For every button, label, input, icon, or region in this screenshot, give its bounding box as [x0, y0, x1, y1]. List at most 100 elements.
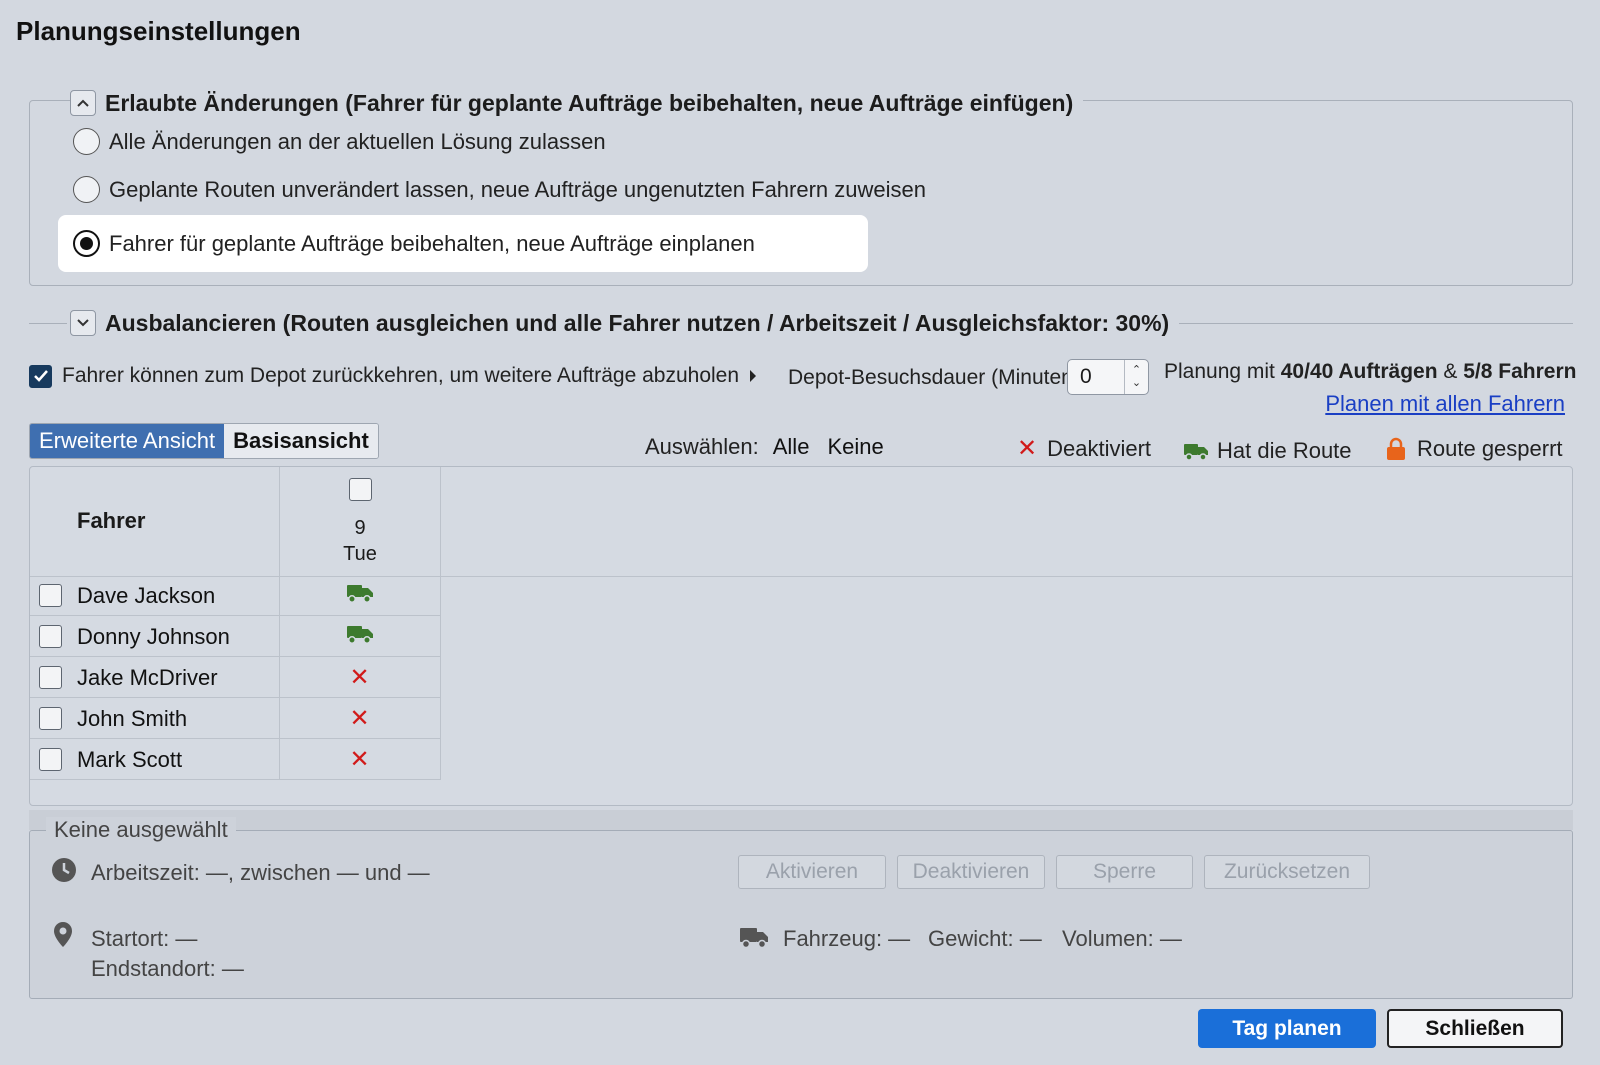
table-row[interactable]: John Smith ✕ [30, 699, 441, 739]
weight-text: Gewicht: — [928, 926, 1042, 951]
column-header-day: 9 Tue [280, 478, 440, 567]
driver-checkbox[interactable] [39, 707, 62, 730]
radio-label: Fahrer für geplante Aufträge beibehalten… [109, 230, 755, 256]
detail-panel-title: Keine ausgewählt [46, 817, 236, 843]
select-none-link[interactable]: Keine [827, 434, 883, 460]
day-name: Tue [343, 543, 377, 565]
day-status-cell[interactable] [279, 582, 440, 609]
tab-basic-view[interactable]: Basisansicht [224, 424, 378, 458]
planning-orders: 40/40 Aufträgen [1280, 360, 1438, 383]
table-row[interactable]: Donny Johnson [30, 617, 441, 657]
tab-advanced-view[interactable]: Erweiterte Ansicht [30, 424, 225, 458]
driver-name: Dave Jackson [77, 582, 216, 608]
depot-return-checkbox[interactable] [29, 364, 52, 388]
driver-cell: Donny Johnson [30, 624, 279, 650]
radio-option-all-changes[interactable]: Alle Änderungen an der aktuellen Lösung … [73, 128, 606, 155]
radio-label: Geplante Routen unverändert lassen, neue… [109, 176, 926, 202]
vehicle-text: Fahrzeug: — [783, 926, 911, 951]
driver-name: Mark Scott [77, 746, 183, 772]
depot-return-option[interactable]: Fahrer können zum Depot zurückkehren, um… [29, 364, 739, 388]
column-header-driver: Fahrer [77, 508, 146, 533]
caret-right-icon [749, 369, 757, 388]
radio-button-selected[interactable] [73, 230, 100, 257]
driver-cell: Mark Scott [30, 747, 279, 773]
planning-prefix: Planung mit [1164, 360, 1275, 383]
collapse-toggle-button[interactable] [70, 90, 96, 116]
view-toggle: Erweiterte Ansicht Basisansicht [29, 423, 379, 459]
plan-day-button[interactable]: Tag planen [1198, 1009, 1376, 1048]
table-row[interactable]: Dave Jackson [30, 576, 441, 616]
checkmark-icon [33, 370, 48, 382]
driver-name: John Smith [77, 705, 188, 731]
day-status-cell[interactable]: ✕ [279, 745, 440, 773]
allowed-changes-legend: Erlaubte Änderungen (Fahrer für geplante… [70, 88, 1084, 118]
worktime-text: Arbeitszeit: —, zwischen — und — [91, 860, 430, 885]
detail-panel-header [29, 810, 1573, 830]
select-label: Auswählen: [645, 434, 759, 459]
x-icon: ✕ [349, 745, 370, 773]
radio-label: Alle Änderungen an der aktuellen Lösung … [109, 128, 606, 154]
allowed-changes-title: Erlaubte Änderungen (Fahrer für geplante… [105, 89, 1074, 116]
x-icon: ✕ [349, 663, 370, 691]
chevron-down-icon[interactable]: ⌄ [1132, 377, 1141, 390]
driver-checkbox[interactable] [39, 584, 62, 607]
table-row[interactable]: Mark Scott ✕ [30, 740, 441, 780]
x-icon: ✕ [349, 704, 370, 732]
lock-button[interactable]: Sperre [1056, 855, 1193, 889]
radio-option-keep-routes[interactable]: Geplante Routen unverändert lassen, neue… [73, 176, 926, 203]
vehicle-truck-icon [739, 925, 769, 954]
legend-disabled-label: Deaktiviert [1047, 436, 1152, 461]
radio-option-keep-drivers[interactable]: Fahrer für geplante Aufträge beibehalten… [73, 230, 755, 257]
location-pin-icon [52, 921, 74, 954]
chevron-down-icon [77, 319, 89, 327]
planning-drivers: 5/8 Fahrern [1463, 360, 1577, 383]
legend-has-route-label: Hat die Route [1217, 438, 1352, 463]
radio-button[interactable] [73, 176, 100, 203]
select-all-link[interactable]: Alle [773, 434, 810, 460]
truck-icon [1184, 444, 1208, 461]
activate-button[interactable]: Aktivieren [738, 855, 886, 889]
planning-summary: Planung mit 40/40 Aufträgen & 5/8 Fahrer… [1164, 360, 1576, 384]
select-day-checkbox[interactable] [348, 478, 372, 501]
driver-name: Donny Johnson [77, 623, 230, 649]
driver-name: Jake McDriver [77, 664, 218, 690]
chevron-up-icon[interactable]: ⌃ [1132, 364, 1141, 377]
stepper-arrows[interactable]: ⌃ ⌄ [1124, 360, 1148, 394]
lock-icon [1387, 437, 1405, 460]
driver-checkbox[interactable] [39, 748, 62, 771]
radio-button[interactable] [73, 128, 100, 155]
reset-button[interactable]: Zurücksetzen [1204, 855, 1370, 889]
legend-locked-label: Route gesperrt [1417, 436, 1563, 461]
day-status-cell[interactable] [279, 623, 440, 650]
driver-cell: John Smith [30, 706, 279, 732]
expand-toggle-button[interactable] [70, 310, 96, 336]
depot-duration-label: Depot-Besuchsdauer (Minuten): [788, 366, 1086, 389]
legend-has-route: Hat die Route [1183, 438, 1352, 464]
driver-cell: Jake McDriver [30, 665, 279, 691]
driver-checkbox[interactable] [39, 625, 62, 648]
truck-icon [346, 623, 374, 650]
close-button[interactable]: Schließen [1387, 1009, 1563, 1048]
plan-all-drivers-link[interactable]: Planen mit allen Fahrern [1325, 391, 1565, 417]
start-location-text: Startort: — [91, 926, 198, 951]
table-row[interactable]: Jake McDriver ✕ [30, 658, 441, 698]
divider [29, 323, 67, 324]
end-location-text: Endstandort: — [91, 956, 244, 981]
select-controls: Auswählen: Alle Keine [645, 434, 884, 460]
volume-text: Volumen: — [1062, 926, 1182, 951]
day-status-cell[interactable]: ✕ [279, 663, 440, 691]
clock-icon [51, 857, 77, 888]
day-number: 9 [354, 517, 366, 539]
driver-cell: Dave Jackson [30, 583, 279, 609]
chevron-up-icon [77, 99, 89, 107]
divider [1168, 323, 1573, 324]
driver-checkbox[interactable] [39, 666, 62, 689]
planning-amp: & [1443, 360, 1458, 383]
deactivate-button[interactable]: Deaktivieren [897, 855, 1045, 889]
balance-title: Ausbalancieren (Routen ausgleichen und a… [105, 309, 1170, 336]
balance-legend: Ausbalancieren (Routen ausgleichen und a… [70, 308, 1180, 338]
day-status-cell[interactable]: ✕ [279, 704, 440, 732]
legend-disabled: ✕ Deaktiviert [1017, 436, 1151, 462]
page-title: Planungseinstellungen [16, 16, 301, 46]
depot-duration-stepper[interactable]: 0 ⌃ ⌄ [1067, 359, 1149, 395]
